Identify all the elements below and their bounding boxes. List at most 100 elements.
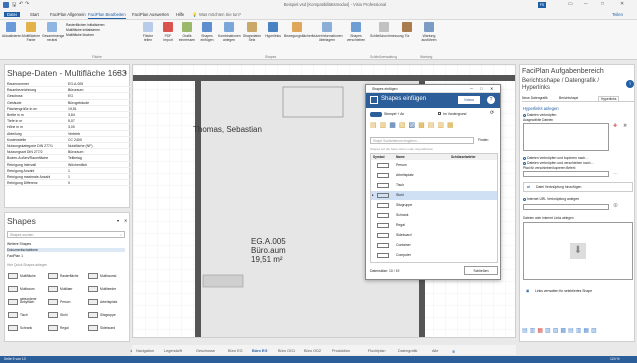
measure-graphic-button[interactable]: Grafik einmessen [178, 22, 196, 42]
col-name[interactable]: Name [396, 154, 405, 160]
category-icon[interactable]: ▧ [399, 122, 409, 129]
page-tab-active[interactable]: Büro EG [252, 349, 267, 353]
split-area-button[interactable]: Fläche teilen [140, 22, 156, 42]
user-avatar[interactable]: FS [538, 2, 546, 8]
category-icon[interactable]: ▦ [447, 122, 457, 129]
shape-sideboard[interactable]: Sideboard [87, 323, 127, 333]
page-tab[interactable]: Büro OG2 [304, 349, 321, 353]
url-input[interactable] [523, 204, 609, 210]
set-shapedata-button[interactable]: Shapedaten Setz [242, 22, 262, 42]
share-button[interactable]: Teilen [612, 12, 623, 17]
footer-tool-icon[interactable]: ▦ [537, 328, 545, 334]
tab-hilfe[interactable]: Hilfe [176, 12, 184, 17]
panel-menu-icon[interactable]: ▾ [117, 70, 119, 75]
stencil-item[interactable]: Dokumentschablone [7, 248, 125, 252]
move-shapes-button[interactable]: Shapes verschieben [346, 22, 366, 42]
shapes-close-icon[interactable]: ✕ [124, 218, 127, 223]
remove-file-icon[interactable]: ✖ [623, 123, 627, 129]
shape-regal[interactable]: Regal [47, 323, 87, 333]
save-icon[interactable]: 🖫 [12, 2, 16, 10]
find-button[interactable]: Finden [478, 138, 488, 142]
zoom-level[interactable]: 124 % [610, 356, 620, 363]
stamp-toggle[interactable] [370, 112, 382, 117]
page-nav-prev-icon[interactable]: ◂ [130, 348, 132, 353]
combinations-button[interactable]: Kombinationen anlegen [218, 22, 241, 42]
list-item[interactable]: Computer [371, 251, 497, 260]
tab-start[interactable]: Start [30, 12, 39, 17]
stencil-item[interactable]: FaciPlan 1 [7, 254, 23, 258]
refresh-icon[interactable]: ⟳ [490, 110, 494, 116]
lock-plan-button[interactable]: Schließdurchmessung [370, 22, 404, 38]
footer-tool-icon[interactable]: ▧ [545, 328, 553, 334]
more-shapes-link[interactable]: Weitere Shapes [7, 242, 31, 246]
option-copy-files[interactable]: Dateien verknüpfen und kopieren nach… [523, 156, 589, 160]
page-tab[interactable]: Fluchtplan [368, 349, 386, 353]
dialog-search-input[interactable]: Shape Suchkriterium eingeben… [370, 137, 474, 144]
dialog-close-icon[interactable]: ✕ [490, 86, 493, 91]
footer-tool-icon[interactable]: ▧ [591, 328, 599, 334]
selected-files-list[interactable] [523, 123, 609, 151]
option-internet-url[interactable]: Internet URL Verknüpfung anlegen [523, 197, 579, 201]
maintenance-button[interactable]: Wartung ausführen [418, 22, 440, 42]
shape-multiraum[interactable]: Multiraumd [87, 271, 127, 281]
category-icon[interactable]: ▥ [380, 122, 390, 129]
shape-rasterflaeche[interactable]: Rasterfläche [47, 271, 87, 281]
list-item[interactable]: Sideboard [371, 231, 497, 240]
dialog-minimize-icon[interactable]: ─ [470, 86, 473, 91]
category-icon[interactable]: ▤ [370, 122, 380, 129]
multiarea-color-button[interactable]: Multiflächen Farbe [22, 22, 40, 42]
page-tab[interactable]: Büro EG [228, 349, 243, 353]
col-keywords[interactable]: Schlüsselwörter [451, 154, 476, 160]
col-symbol[interactable]: Symbol [373, 154, 385, 160]
add-file-icon[interactable]: ✚ [613, 123, 617, 129]
pdf-import-button[interactable]: PDF Import [160, 22, 176, 42]
redo-icon[interactable]: ↷ [25, 1, 29, 7]
footer-tool-icon[interactable]: ▤ [568, 328, 576, 334]
list-item[interactable]: Schrank [371, 211, 497, 220]
maximize-icon[interactable]: □ [601, 1, 604, 7]
total-neutral-button[interactable]: Gesamtmenge neutral [42, 22, 64, 42]
list-item-selected[interactable]: ▸ Stuhl [371, 191, 497, 200]
shape-tisch[interactable]: Tisch [7, 310, 47, 320]
foreground-checkbox[interactable] [438, 112, 441, 115]
shape-person[interactable]: Person [47, 297, 87, 307]
page-tab[interactable]: Büro OG1 [278, 349, 295, 353]
add-file-link-button[interactable]: ⇄ Datei Verknüpfung hinzufügen [523, 182, 633, 192]
shape-sitzgruppe[interactable]: Sitzgruppe [87, 310, 127, 320]
category-icon[interactable]: ▦ [389, 122, 399, 129]
door-button[interactable]: Tür [400, 22, 414, 38]
movement-areas-button[interactable]: Bewegungsflächen [284, 22, 313, 38]
search-icon[interactable]: ⌕ [120, 232, 122, 238]
shape-arbeitsplatz[interactable]: Arbeitsplatz [87, 297, 127, 307]
dialog-close-button[interactable]: Schließen [464, 266, 498, 275]
shapes-menu-icon[interactable]: ▾ [117, 218, 119, 223]
add-page-icon[interactable]: ⊕ [452, 349, 455, 354]
list-item[interactable]: Container [371, 241, 497, 250]
help-icon[interactable]: ? [487, 96, 495, 104]
category-icon[interactable]: ▨ [409, 122, 419, 129]
tab-faciplan-bearbeiten[interactable]: FaciPlan Bearbeiten [88, 12, 126, 19]
globe-icon[interactable]: ⊕ [613, 202, 618, 209]
list-item[interactable]: Tisch [371, 181, 497, 190]
page-indicator[interactable]: Seite 5 von 13 [4, 356, 26, 363]
footer-tool-icon[interactable]: ▦ [583, 328, 591, 334]
page-tab[interactable]: Geschosse [196, 349, 215, 353]
page-tab[interactable]: Alle [432, 349, 438, 353]
tab-report-shape[interactable]: Berichtshape [559, 96, 578, 100]
category-icon[interactable]: ▩ [418, 122, 428, 129]
category-icon[interactable]: ▤ [428, 122, 438, 129]
tell-me-input[interactable]: Was möchten Sie tun? [199, 12, 241, 17]
insert-shapes-button[interactable]: Shapes einfügen [198, 22, 216, 42]
category-icon[interactable]: ▥ [437, 122, 447, 129]
shape-multiraum-gebunden[interactable]: Multiraum gebundene [7, 284, 47, 301]
tell-me-icon[interactable]: 💡 [192, 12, 197, 18]
shape-multiflaeche[interactable]: Multifläche [7, 271, 47, 281]
page-tab[interactable]: Navigation [136, 349, 154, 353]
tab-hyperlinks[interactable]: Hyperlinks [598, 96, 620, 101]
page-tab[interactable]: Datengrafik [398, 349, 417, 353]
shape-schrank[interactable]: Schrank [7, 323, 47, 333]
delete-multiarea-button[interactable]: Multifläche löschen [66, 33, 116, 38]
refresh-button[interactable]: Aktualisieren [2, 22, 21, 38]
shape-stuhl[interactable]: Stuhl [47, 310, 87, 320]
data-row[interactable]: Reinigung Differenz 0 [5, 180, 131, 187]
